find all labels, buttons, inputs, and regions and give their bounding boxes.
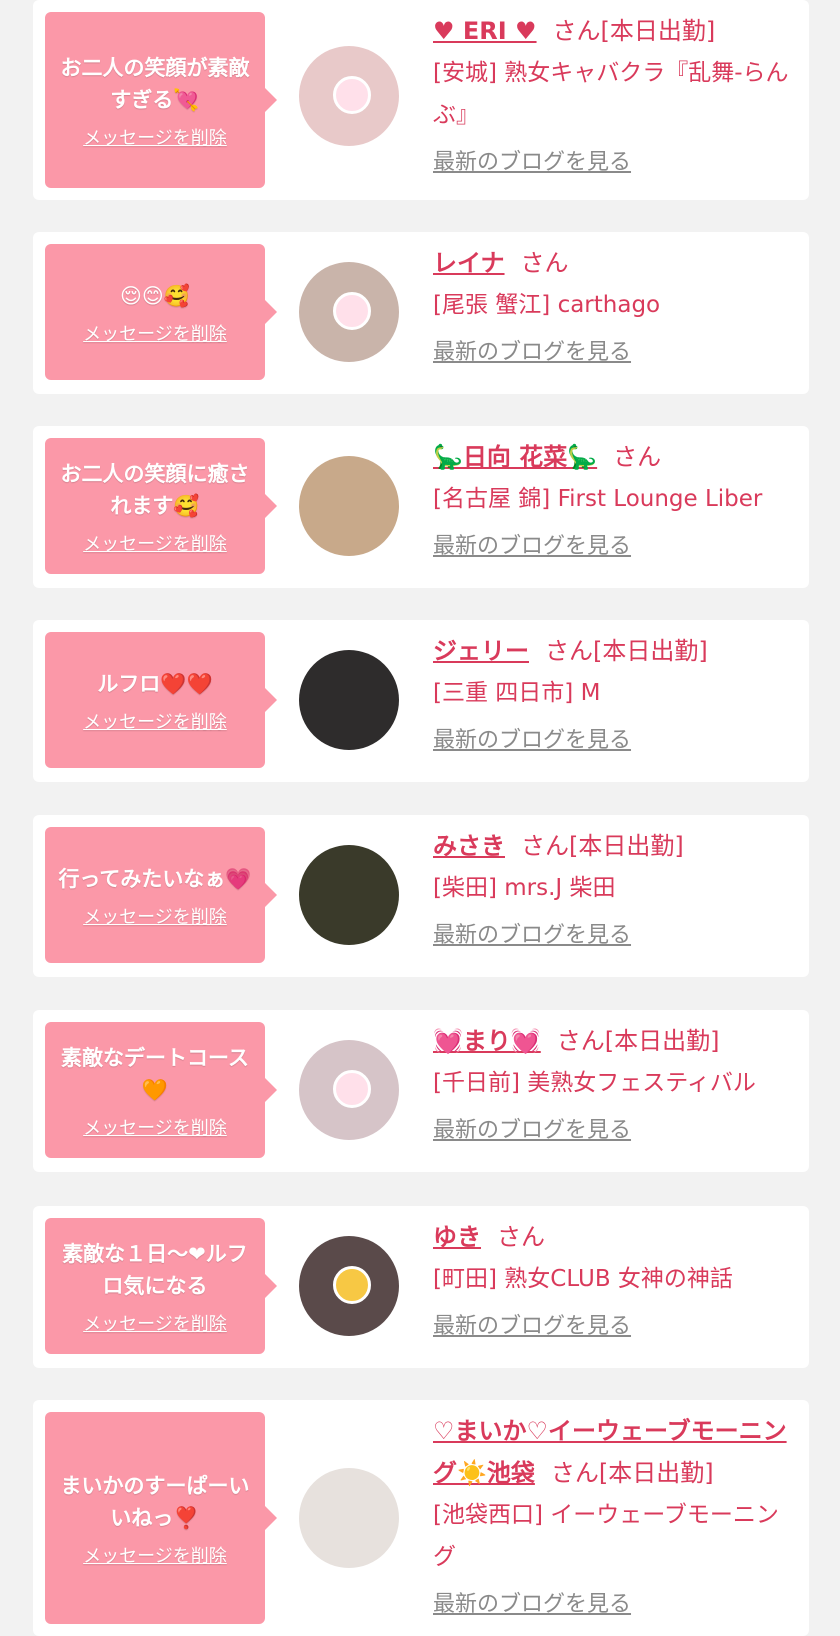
- name-suffix: さん[本日出勤]: [521, 832, 684, 860]
- cast-name-link[interactable]: 🦕日向 花菜🦕: [433, 443, 597, 471]
- latest-blog-link[interactable]: 最新のブログを見る: [433, 917, 631, 949]
- profile-info: ♥ ERI ♥ さん[本日出勤] [安城] 熟女キャバクラ『乱舞-らんぶ』 最新の…: [433, 10, 793, 176]
- latest-blog-link[interactable]: 最新のブログを見る: [433, 1586, 631, 1618]
- message-text: まいかのすーぱーいいねっ❣️: [60, 1474, 250, 1530]
- message-card: 素敵な１日〜❤ルフロ気になる メッセージを削除 ゆき さん [町田] 熟女CLUB…: [33, 1206, 809, 1368]
- message-text: 素敵なデートコース🧡: [61, 1046, 249, 1102]
- latest-blog-link[interactable]: 最新のブログを見る: [433, 1308, 631, 1340]
- message-bubble: 素敵なデートコース🧡 メッセージを削除: [45, 1022, 277, 1158]
- profile-info: ジェリー さん[本日出勤] [三重 四日市] M 最新のブログを見る: [433, 630, 793, 754]
- message-card: 素敵なデートコース🧡 メッセージを削除 💓まり💓 さん[本日出勤] [千日前] 美…: [33, 1010, 809, 1172]
- cast-name-link[interactable]: ♥ ERI ♥: [433, 17, 537, 45]
- name-suffix: さん[本日出勤]: [552, 17, 716, 45]
- face-cover-icon: [333, 76, 371, 114]
- avatar[interactable]: [299, 650, 399, 750]
- latest-blog-link[interactable]: 最新のブログを見る: [433, 528, 631, 560]
- profile-info: ♡まいか♡イーウェーブモーニング☀️池袋 さん[本日出勤] [池袋西口] イーウェ…: [433, 1410, 793, 1618]
- delete-message-link[interactable]: メッセージを削除: [83, 1542, 227, 1568]
- message-card: 😌😊🥰 メッセージを削除 レイナ さん [尾張 蟹江] carthago 最新のブ…: [33, 232, 809, 394]
- message-text: 行ってみたいなぁ💗: [58, 867, 252, 891]
- avatar[interactable]: [299, 262, 399, 362]
- latest-blog-link[interactable]: 最新のブログを見る: [433, 1112, 631, 1144]
- cast-name-link[interactable]: レイナ: [433, 249, 505, 277]
- message-card: まいかのすーぱーいいねっ❣️ メッセージを削除 ♡まいか♡イーウェーブモーニング…: [33, 1400, 809, 1636]
- delete-message-link[interactable]: メッセージを削除: [83, 1114, 227, 1140]
- delete-message-link[interactable]: メッセージを削除: [83, 1310, 227, 1336]
- shop-name: [三重 四日市] M: [433, 680, 601, 706]
- message-text: 素敵な１日〜❤ルフロ気になる: [62, 1242, 248, 1298]
- avatar[interactable]: [299, 46, 399, 146]
- message-text: 😌😊🥰: [120, 284, 190, 308]
- cast-name-link[interactable]: 💓まり💓: [433, 1027, 541, 1055]
- message-bubble: まいかのすーぱーいいねっ❣️ メッセージを削除: [45, 1412, 277, 1624]
- delete-message-link[interactable]: メッセージを削除: [83, 124, 227, 150]
- avatar[interactable]: [299, 456, 399, 556]
- latest-blog-link[interactable]: 最新のブログを見る: [433, 334, 631, 366]
- face-cover-icon: [333, 1266, 371, 1304]
- avatar[interactable]: [299, 1040, 399, 1140]
- name-suffix: さん[本日出勤]: [556, 1027, 720, 1055]
- latest-blog-link[interactable]: 最新のブログを見る: [433, 722, 631, 754]
- cast-name-link[interactable]: ゆき: [433, 1223, 481, 1251]
- message-card: お二人の笑顔が素敵すぎる💘 メッセージを削除 ♥ ERI ♥ さん[本日出勤] […: [33, 0, 809, 200]
- name-suffix: さん[本日出勤]: [545, 637, 708, 665]
- delete-message-link[interactable]: メッセージを削除: [83, 903, 227, 929]
- message-card: お二人の笑顔に癒されます🥰 メッセージを削除 🦕日向 花菜🦕 さん [名古屋 錦]…: [33, 426, 809, 588]
- message-bubble: 😌😊🥰 メッセージを削除: [45, 244, 277, 380]
- avatar[interactable]: [299, 1236, 399, 1336]
- profile-info: 🦕日向 花菜🦕 さん [名古屋 錦] First Lounge Liber 最新の…: [433, 436, 793, 560]
- name-suffix: さん: [520, 249, 569, 277]
- avatar[interactable]: [299, 845, 399, 945]
- message-text: ルフロ❤️❤️: [97, 672, 213, 696]
- message-bubble: お二人の笑顔が素敵すぎる💘 メッセージを削除: [45, 12, 277, 188]
- message-bubble: 行ってみたいなぁ💗 メッセージを削除: [45, 827, 277, 963]
- profile-info: ゆき さん [町田] 熟女CLUB 女神の神話 最新のブログを見る: [433, 1216, 793, 1340]
- message-text: お二人の笑顔に癒されます🥰: [60, 462, 250, 518]
- name-suffix: さん: [497, 1223, 545, 1251]
- message-bubble: 素敵な１日〜❤ルフロ気になる メッセージを削除: [45, 1218, 277, 1354]
- shop-name: [千日前] 美熟女フェスティバル: [433, 1070, 756, 1096]
- name-suffix: さん[本日出勤]: [550, 1459, 714, 1487]
- latest-blog-link[interactable]: 最新のブログを見る: [433, 144, 631, 176]
- profile-info: 💓まり💓 さん[本日出勤] [千日前] 美熟女フェスティバル 最新のブログを見る: [433, 1020, 793, 1144]
- name-suffix: さん: [613, 443, 662, 471]
- profile-info: みさき さん[本日出勤] [柴田] mrs.J 柴田 最新のブログを見る: [433, 825, 793, 949]
- shop-name: [町田] 熟女CLUB 女神の神話: [433, 1266, 733, 1292]
- shop-name: [池袋西口] イーウェーブモーニング: [433, 1502, 779, 1570]
- face-cover-icon: [333, 292, 371, 330]
- delete-message-link[interactable]: メッセージを削除: [83, 320, 227, 346]
- message-bubble: ルフロ❤️❤️ メッセージを削除: [45, 632, 277, 768]
- shop-name: [安城] 熟女キャバクラ『乱舞-らんぶ』: [433, 60, 789, 128]
- shop-name: [柴田] mrs.J 柴田: [433, 875, 616, 901]
- delete-message-link[interactable]: メッセージを削除: [83, 708, 227, 734]
- profile-info: レイナ さん [尾張 蟹江] carthago 最新のブログを見る: [433, 242, 793, 366]
- delete-message-link[interactable]: メッセージを削除: [83, 530, 227, 556]
- face-cover-icon: [333, 1070, 371, 1108]
- cast-name-link[interactable]: ジェリー: [433, 637, 529, 665]
- message-card: ルフロ❤️❤️ メッセージを削除 ジェリー さん[本日出勤] [三重 四日市] M…: [33, 620, 809, 782]
- message-text: お二人の笑顔が素敵すぎる💘: [60, 56, 250, 112]
- message-bubble: お二人の笑顔に癒されます🥰 メッセージを削除: [45, 438, 277, 574]
- cast-name-link[interactable]: みさき: [433, 832, 505, 860]
- shop-name: [名古屋 錦] First Lounge Liber: [433, 486, 763, 512]
- message-card: 行ってみたいなぁ💗 メッセージを削除 みさき さん[本日出勤] [柴田] mrs.…: [33, 815, 809, 977]
- avatar[interactable]: [299, 1468, 399, 1568]
- shop-name: [尾張 蟹江] carthago: [433, 292, 661, 318]
